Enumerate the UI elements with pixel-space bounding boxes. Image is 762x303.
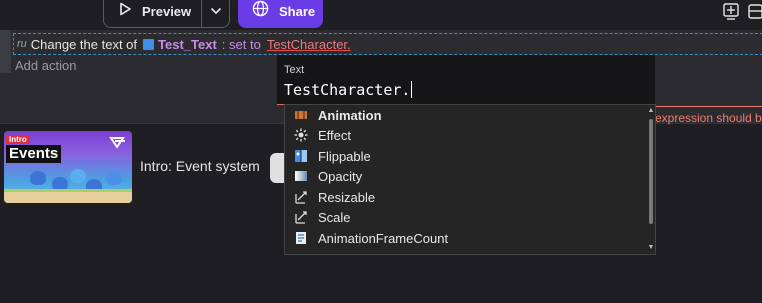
text-caret [411, 81, 413, 98]
expression-input[interactable]: TestCharacter. [284, 81, 413, 99]
preview-button[interactable]: Preview [104, 0, 202, 27]
chevron-down-icon [210, 2, 222, 20]
suggestion-item[interactable]: Opacity [285, 166, 645, 186]
event-drag-handle[interactable] [0, 30, 11, 73]
flippable-icon [293, 148, 309, 164]
suggestion-item[interactable]: Effect [285, 125, 645, 145]
effect-icon [293, 127, 309, 143]
thumb-ground [4, 189, 132, 203]
action-set-to: : set to [221, 36, 261, 52]
suggestion-label: Animation [318, 107, 382, 123]
suggestion-item[interactable]: Animation [285, 105, 645, 125]
add-scene-icon[interactable] [722, 2, 742, 27]
suggestion-label: Effect [318, 127, 352, 143]
top-toolbar: Preview Share [0, 0, 762, 30]
error-underline [655, 106, 762, 107]
action-value: TestCharacter. [266, 36, 351, 52]
field-label: Text [284, 64, 305, 76]
extension-icon[interactable] [748, 2, 762, 27]
preview-label: Preview [142, 3, 192, 19]
animation-icon [293, 107, 309, 123]
preview-button-group: Preview [103, 0, 230, 28]
suggestion-item[interactable]: AnimationFrameCount [285, 228, 645, 248]
scroll-thumb[interactable] [649, 119, 653, 224]
gdevelop-logo-icon [109, 135, 127, 154]
text-action-icon: ru [17, 38, 27, 50]
preview-dropdown-button[interactable] [202, 0, 229, 27]
suggestion-label: Resizable [318, 189, 376, 205]
intro-badge: Intro [6, 135, 30, 144]
expression-value: TestCharacter. [284, 81, 411, 99]
suggestion-label: Opacity [318, 168, 363, 184]
action-prefix: Change the text of [30, 36, 138, 52]
suggestion-label: Scale [318, 209, 351, 225]
thumb-character [30, 171, 46, 185]
text-parameter-editor: Text TestCharacter. [277, 55, 655, 105]
share-button[interactable]: Share [238, 0, 323, 28]
suggestion-item[interactable]: Scale [285, 207, 645, 227]
intro-title[interactable]: Intro: Event system [140, 158, 260, 174]
scale-icon [293, 209, 309, 225]
opacity-icon [293, 168, 309, 184]
suggestion-label: AnimationFrameCount [318, 230, 449, 246]
share-label: Share [279, 3, 316, 19]
action-change-text[interactable]: ru Change the text of Test_Text : set to… [13, 33, 762, 55]
action-object-name: Test_Text [158, 36, 217, 52]
globe-icon [252, 0, 269, 22]
scroll-up-icon[interactable]: ▲ [647, 107, 655, 115]
add-action-link[interactable]: Add action [15, 58, 76, 73]
script-icon [293, 230, 309, 246]
resizable-icon [293, 189, 309, 205]
thumb-character [70, 169, 86, 183]
suggestion-item[interactable]: Flippable [285, 146, 645, 166]
error-message: expression should b [655, 111, 762, 125]
suggestion-scrollbar[interactable]: ▲ ▼ [647, 107, 655, 252]
intro-thumbnail[interactable]: Intro Events [4, 131, 132, 203]
text-object-icon [143, 38, 155, 50]
thumb-character [106, 171, 122, 185]
suggestion-item[interactable]: Resizable [285, 187, 645, 207]
suggestion-label: Flippable [318, 148, 371, 164]
intro-thumb-title: Events [6, 145, 62, 163]
scroll-down-icon[interactable]: ▼ [647, 244, 655, 252]
play-icon [118, 2, 132, 21]
autocomplete-list: Animation Effect Flippable Opacity Resiz… [284, 104, 656, 255]
